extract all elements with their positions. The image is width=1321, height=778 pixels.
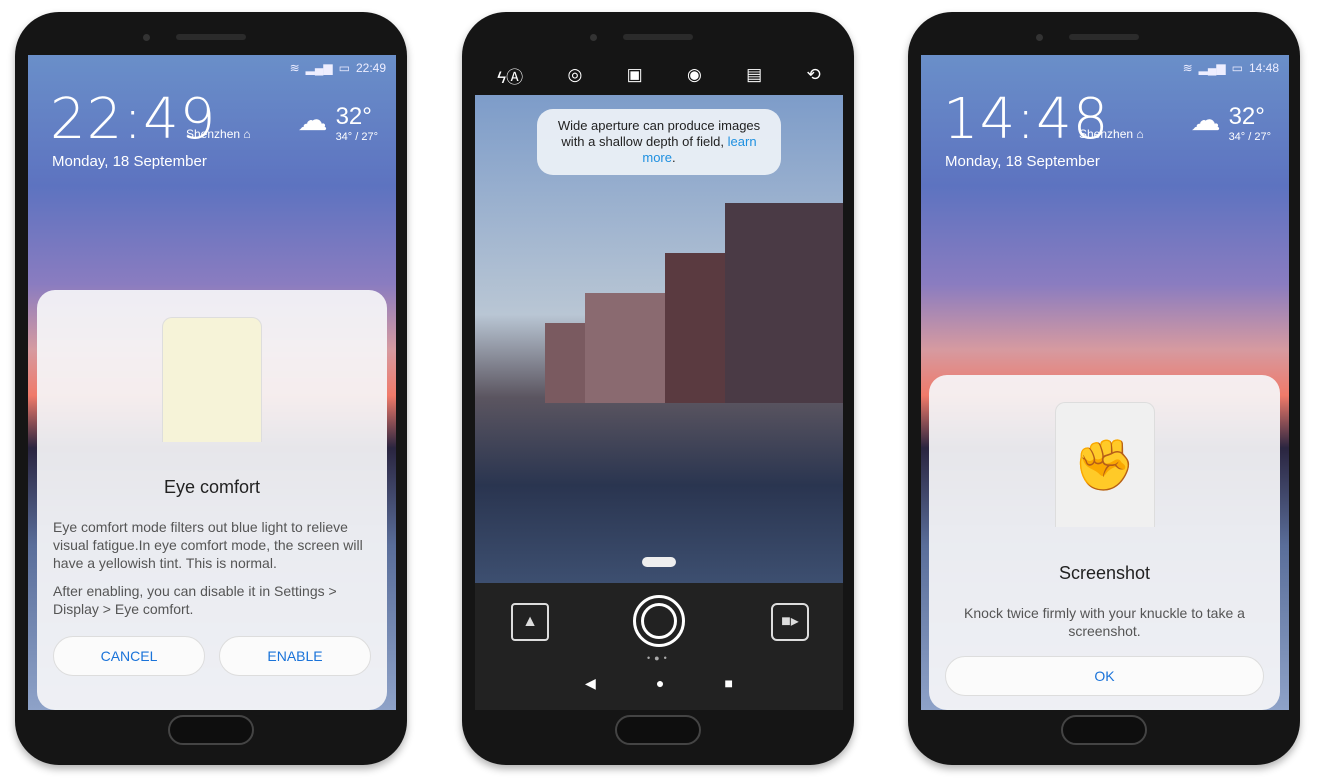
- city-label: Shenzhen: [1079, 127, 1134, 141]
- phone-eye-comfort: ≋ ▂▄▆ ▭ 22:49 22:49 Shenzhen ⌂ Monday, 18 S…: [15, 12, 407, 765]
- eye-comfort-illustration: [162, 317, 262, 442]
- camera-screen: ϟⒶ ◎ ▣ ◉ ▤ ⟲ Wide aperture can produce i…: [475, 55, 843, 710]
- mode-page-indicator: •●•: [647, 653, 671, 663]
- filter-icon[interactable]: ▤: [746, 65, 762, 85]
- date: Monday, 18 September: [945, 153, 1100, 170]
- temperature: 32°: [335, 103, 372, 130]
- weather: ☁ 32° 34° / 27°: [1191, 103, 1271, 143]
- wifi-icon: ≋: [1182, 61, 1193, 75]
- building: [585, 293, 665, 403]
- video-icon[interactable]: ■▸: [771, 603, 809, 641]
- tooltip-end: .: [672, 150, 676, 165]
- building: [665, 253, 725, 403]
- aperture-tooltip: Wide aperture can produce images with a …: [537, 109, 781, 175]
- dialog-body: Knock twice firmly with your knuckle to …: [964, 605, 1245, 639]
- date: Monday, 18 September: [52, 153, 207, 170]
- dialog-body: Eye comfort mode filters out blue light …: [53, 519, 363, 571]
- battery-icon: ▭: [338, 61, 350, 75]
- knuckle-illustration: ✊: [1054, 402, 1155, 527]
- earpiece: [623, 34, 693, 40]
- weather: ☁ 32° 34° / 27°: [298, 103, 378, 143]
- clock: 22:49: [50, 87, 217, 152]
- status-time: 22:49: [355, 61, 386, 75]
- screenshot-dialog: ✊ Screenshot Knock twice firmly with you…: [929, 375, 1280, 710]
- gallery-icon[interactable]: ▲: [511, 603, 549, 641]
- city: Shenzhen ⌂: [186, 127, 251, 141]
- earpiece: [176, 34, 246, 40]
- home-button[interactable]: [1061, 715, 1147, 745]
- status-bar: ≋ ▂▄▆ ▭ 14:48: [1183, 61, 1279, 75]
- switch-camera-icon[interactable]: ⟲: [807, 65, 821, 85]
- eye-comfort-dialog: Eye comfort Eye comfort mode filters out…: [37, 290, 387, 710]
- shutter-button[interactable]: [633, 595, 685, 647]
- portrait-icon[interactable]: ▣: [627, 65, 643, 85]
- flash-auto-icon[interactable]: ϟⒶ: [497, 63, 523, 88]
- recents-icon[interactable]: ■: [724, 675, 732, 692]
- camera-controls: ▲ ■▸ •●• ◀ ● ■: [475, 583, 843, 710]
- home-button[interactable]: [168, 715, 254, 745]
- phone-camera: ϟⒶ ◎ ▣ ◉ ▤ ⟲ Wide aperture can produce i…: [462, 12, 854, 765]
- live-photo-icon[interactable]: ◉: [687, 65, 702, 85]
- building: [725, 203, 843, 403]
- city: Shenzhen ⌂: [1079, 127, 1144, 141]
- dialog-note: After enabling, you can disable it in Se…: [53, 583, 337, 617]
- cloud-moon-icon: ☁: [297, 104, 328, 137]
- home-icon: ⌂: [243, 127, 251, 141]
- temp-range: 34° / 27°: [335, 131, 378, 143]
- enable-button[interactable]: ENABLE: [219, 636, 371, 676]
- phone-screenshot: ≋ ▂▄▆ ▭ 14:48 14:48 Shenzhen ⌂ Monday, 18 S…: [908, 12, 1300, 765]
- wifi-icon: ≋: [289, 61, 300, 75]
- temp-range: 34° / 27°: [1228, 131, 1271, 143]
- dialog-title: Screenshot: [1058, 563, 1151, 583]
- cloud-sun-icon: ☁: [1190, 104, 1221, 137]
- viewfinder[interactable]: Wide aperture can produce images with a …: [475, 95, 843, 583]
- city-label: Shenzhen: [186, 127, 241, 141]
- clock: 14:48: [943, 87, 1110, 152]
- temperature: 32°: [1228, 103, 1265, 130]
- lock-screen: ≋ ▂▄▆ ▭ 22:49 22:49 Shenzhen ⌂ Monday, 18 S…: [28, 55, 396, 710]
- front-camera: [1036, 34, 1043, 41]
- battery-icon: ▭: [1231, 61, 1243, 75]
- dialog-title: Eye comfort: [163, 477, 261, 497]
- back-icon[interactable]: ◀: [585, 675, 596, 692]
- front-camera: [143, 34, 150, 41]
- lock-screen: ≋ ▂▄▆ ▭ 14:48 14:48 Shenzhen ⌂ Monday, 18 S…: [921, 55, 1289, 710]
- earpiece: [1069, 34, 1139, 40]
- cancel-button[interactable]: CANCEL: [53, 636, 205, 676]
- home-icon: ⌂: [1136, 127, 1144, 141]
- ok-button[interactable]: OK: [945, 656, 1264, 696]
- home-nav-icon[interactable]: ●: [656, 675, 664, 692]
- camera-toolbar: ϟⒶ ◎ ▣ ◉ ▤ ⟲: [475, 55, 843, 95]
- aperture-icon[interactable]: ◎: [567, 65, 582, 85]
- signal-icon: ▂▄▆: [1198, 61, 1226, 75]
- status-time: 14:48: [1248, 61, 1279, 75]
- building: [545, 323, 585, 403]
- home-button[interactable]: [615, 715, 701, 745]
- signal-icon: ▂▄▆: [305, 61, 333, 75]
- status-bar: ≋ ▂▄▆ ▭ 22:49: [290, 61, 386, 75]
- expand-handle[interactable]: [642, 557, 676, 567]
- front-camera: [590, 34, 597, 41]
